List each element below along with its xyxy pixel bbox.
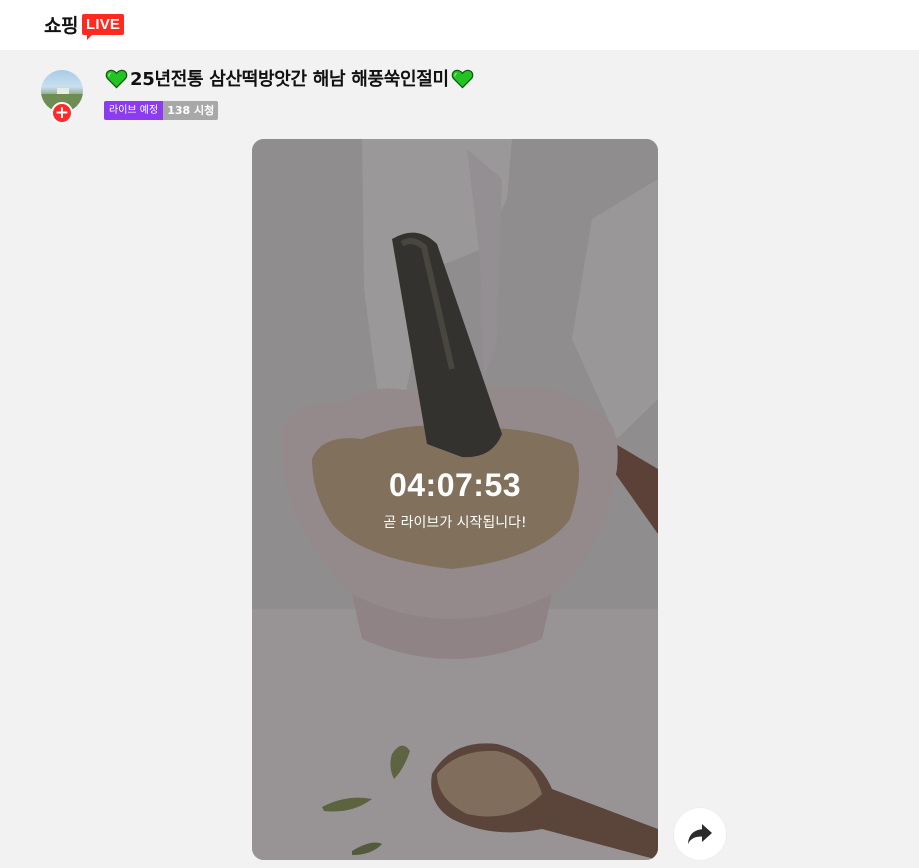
view-count-badge: 138 시청 xyxy=(163,101,219,120)
countdown-message: 곧 라이브가 시작됩니다! xyxy=(383,515,527,531)
live-countdown-timer: 04:07:53 xyxy=(388,467,522,503)
share-arrow-icon xyxy=(688,824,712,844)
scheduled-live-badge: 라이브 예정 xyxy=(104,101,164,120)
plus-icon: + xyxy=(54,102,70,123)
avatar-building xyxy=(57,88,69,94)
logo-text: 쇼핑 xyxy=(44,15,78,37)
green-heart-icon xyxy=(105,69,128,88)
shopping-live-logo[interactable]: 쇼핑 LIVE xyxy=(44,11,125,40)
broadcast-title: 25년전통 삼산떡방앗간 해남 해풍쑥인절미 xyxy=(130,69,449,90)
live-badge: LIVE xyxy=(81,14,125,40)
broadcast-badges: 라이브 예정 138 시청 xyxy=(104,101,219,120)
live-video-player[interactable]: 04:07:53 곧 라이브가 시작됩니다! xyxy=(252,139,658,860)
top-bar: 쇼핑 LIVE xyxy=(0,0,919,50)
green-heart-icon xyxy=(451,69,474,88)
share-button[interactable] xyxy=(674,808,726,860)
broadcast-title-row: 25년전통 삼산떡방앗간 해남 해풍쑥인절미 xyxy=(105,66,474,90)
follow-button[interactable]: + xyxy=(51,102,73,124)
